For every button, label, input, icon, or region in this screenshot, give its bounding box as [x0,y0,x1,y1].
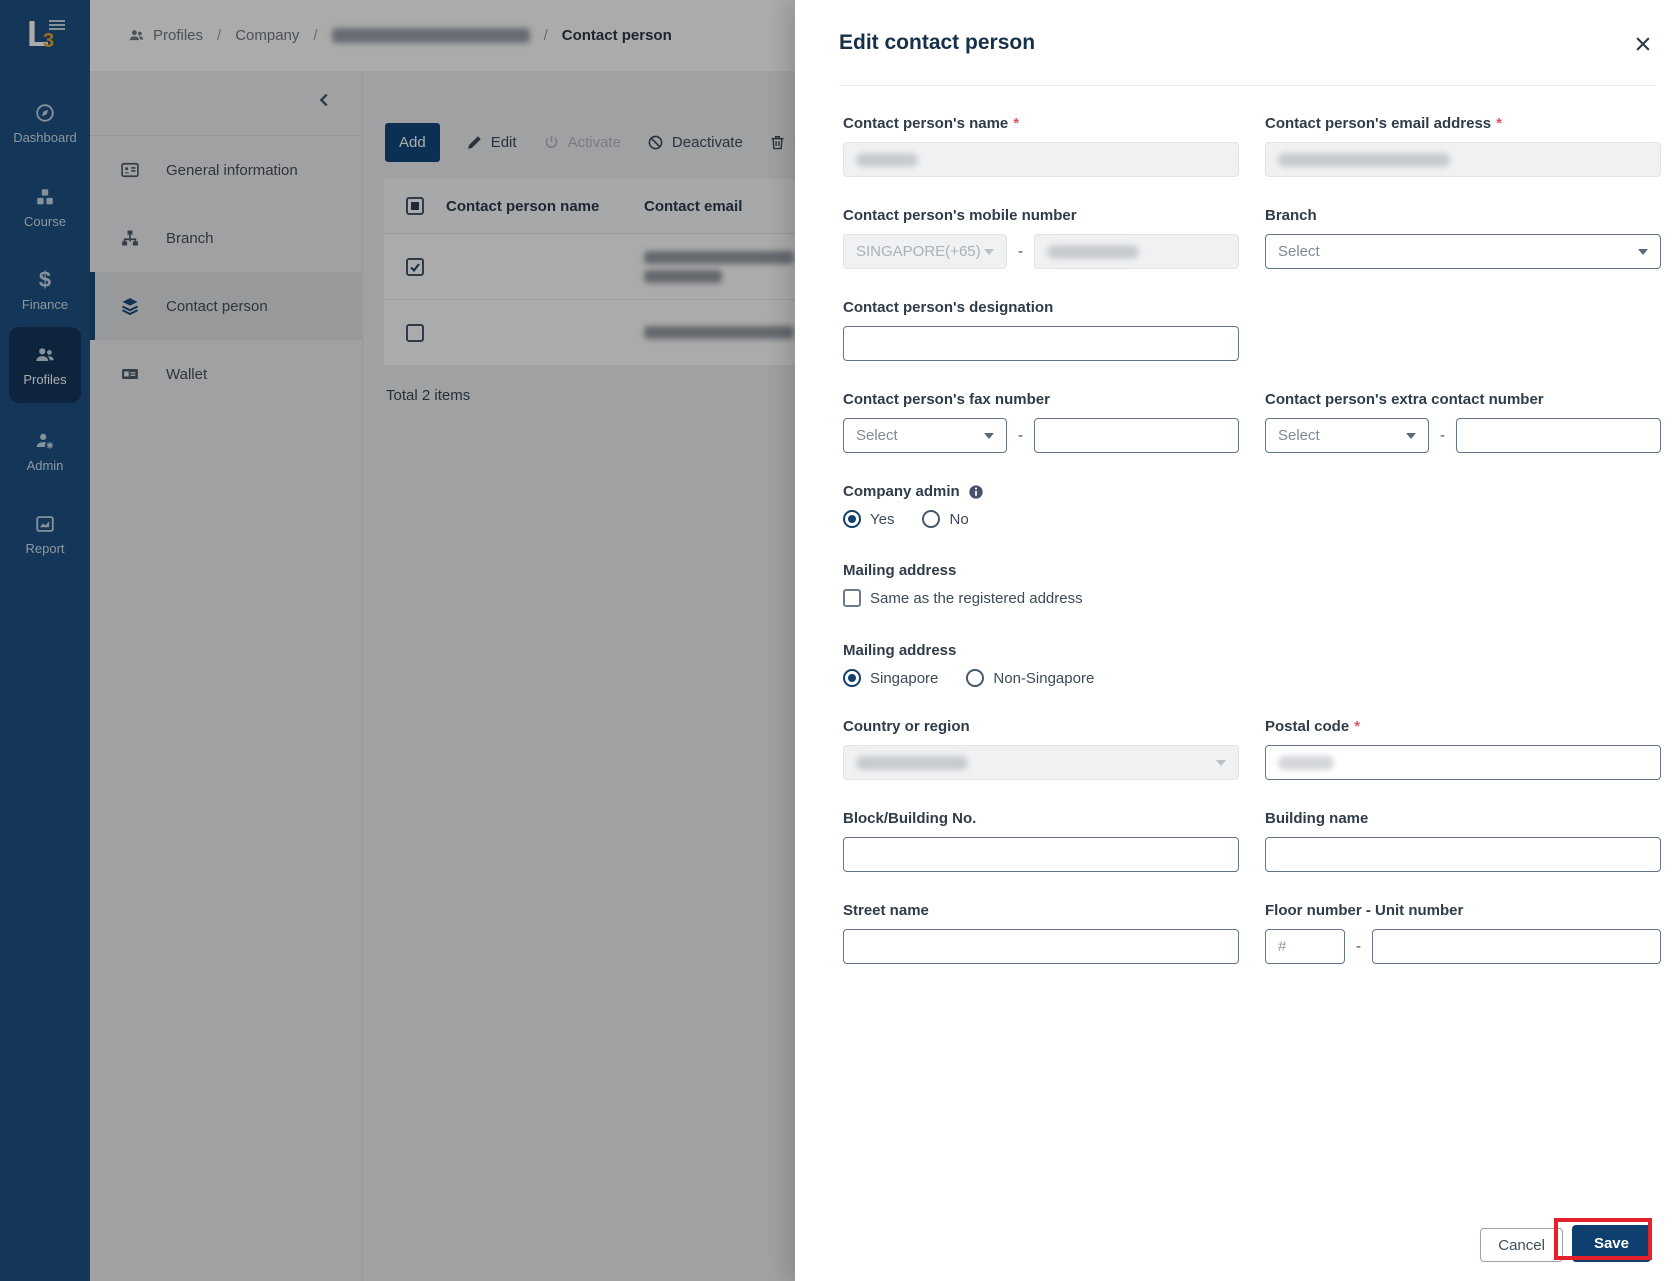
dash-separator: - [1018,243,1023,260]
extra-contact-number-input[interactable] [1456,418,1661,453]
field-label: Contact person's extra contact number [1265,391,1544,408]
contact-name-input-disabled [843,142,1239,177]
chevron-down-icon [984,248,994,255]
mailing-singapore-radio[interactable]: Singapore [843,669,938,687]
radio-unselected [922,510,941,528]
mailing-non-singapore-radio[interactable]: Non-Singapore [966,669,1094,687]
company-admin-yes-radio[interactable]: Yes [843,510,894,528]
drawer-title: Edit contact person [839,30,1036,54]
fax-country-code-select[interactable]: Select [843,418,1007,453]
field-fax-number: Contact person's fax number Select - [843,390,1239,453]
field-contact-email: Contact person's email address * [1265,114,1661,177]
field-building-name: Building name [1265,809,1661,872]
field-label: Country or region [843,718,970,735]
section-mailing-region: Mailing address Singapore Non-Singapore [843,641,1661,687]
close-icon[interactable] [1633,34,1653,54]
field-mobile-number: Contact person's mobile number SINGAPORE… [843,206,1239,269]
field-designation: Contact person's designation [843,298,1239,361]
dash-separator: - [1440,427,1445,444]
chevron-down-icon [1638,248,1648,255]
redacted-value [1278,152,1450,167]
redacted-value [856,755,968,770]
select-placeholder: Select [1278,427,1320,444]
drawer-footer: Cancel Save [1480,1225,1651,1262]
section-label: Mailing address [843,642,957,659]
section-label: Company admin [843,483,960,500]
field-extra-contact-number: Contact person's extra contact number Se… [1265,390,1661,453]
redacted-value [1278,755,1334,770]
dash-separator: - [1356,938,1361,955]
radio-selected [843,510,861,528]
chevron-down-icon [1406,432,1416,439]
field-label: Contact person's fax number [843,391,1050,408]
drawer-body: Contact person's name * Contact person's … [795,86,1675,964]
radio-selected [843,669,861,687]
section-label: Mailing address [843,562,957,579]
dash-separator: - [1018,427,1023,444]
designation-input[interactable] [843,326,1239,361]
required-asterisk: * [1496,115,1502,132]
redacted-value [856,152,918,167]
field-block-building-no: Block/Building No. [843,809,1239,872]
edit-contact-person-drawer: Edit contact person Contact person's nam… [795,0,1675,1281]
field-label: Contact person's name [843,115,1009,132]
field-label: Contact person's mobile number [843,207,1077,224]
field-label: Contact person's email address [1265,115,1492,132]
field-label: Postal code [1265,718,1350,735]
field-contact-name: Contact person's name * [843,114,1239,177]
checkbox-label: Same as the registered address [870,589,1083,607]
save-button[interactable]: Save [1571,1225,1651,1262]
branch-select[interactable]: Select [1265,234,1661,269]
cancel-button[interactable]: Cancel [1480,1228,1563,1262]
required-asterisk: * [1354,718,1361,735]
checkbox-unchecked [843,589,861,607]
drawer-header: Edit contact person [839,0,1655,86]
select-placeholder: Select [1278,243,1320,260]
block-building-no-input[interactable] [843,837,1239,872]
field-floor-unit: Floor number - Unit number - [1265,901,1661,964]
info-icon [969,484,983,499]
country-select-disabled [843,745,1239,780]
chevron-down-icon [984,432,994,439]
field-label: Block/Building No. [843,810,977,827]
field-label: Branch [1265,207,1317,224]
field-country: Country or region [843,717,1239,780]
field-street-name: Street name [843,901,1239,964]
radio-unselected [966,669,985,687]
field-postal-code: Postal code * [1265,717,1661,780]
chevron-down-icon [1216,759,1226,766]
radio-label: Yes [870,510,895,528]
radio-label: Non-Singapore [993,669,1095,687]
field-label: Floor number - Unit number [1265,902,1464,919]
floor-number-input[interactable] [1265,929,1345,964]
same-as-registered-address-checkbox[interactable]: Same as the registered address [843,589,1083,607]
mobile-country-code-select-disabled: SINGAPORE(+65) [843,234,1007,269]
field-label: Contact person's designation [843,299,1054,316]
mobile-number-input-disabled [1034,234,1239,269]
contact-email-input-disabled [1265,142,1661,177]
field-label: Street name [843,902,929,919]
building-name-input[interactable] [1265,837,1661,872]
country-code-value: SINGAPORE(+65) [856,243,981,260]
company-admin-no-radio[interactable]: No [922,510,969,528]
section-mailing-same: Mailing address Same as the registered a… [843,561,1661,607]
unit-number-input[interactable] [1372,929,1661,964]
section-company-admin: Company admin Yes No [843,482,1661,528]
radio-label: Singapore [870,669,939,687]
field-label: Building name [1265,810,1369,827]
redacted-value [1047,244,1139,259]
required-asterisk: * [1013,115,1020,132]
select-placeholder: Select [856,427,898,444]
extra-country-code-select[interactable]: Select [1265,418,1429,453]
postal-code-input[interactable] [1265,745,1661,780]
field-branch: Branch Select [1265,206,1661,269]
radio-label: No [949,510,969,528]
street-name-input[interactable] [843,929,1239,964]
fax-number-input[interactable] [1034,418,1239,453]
